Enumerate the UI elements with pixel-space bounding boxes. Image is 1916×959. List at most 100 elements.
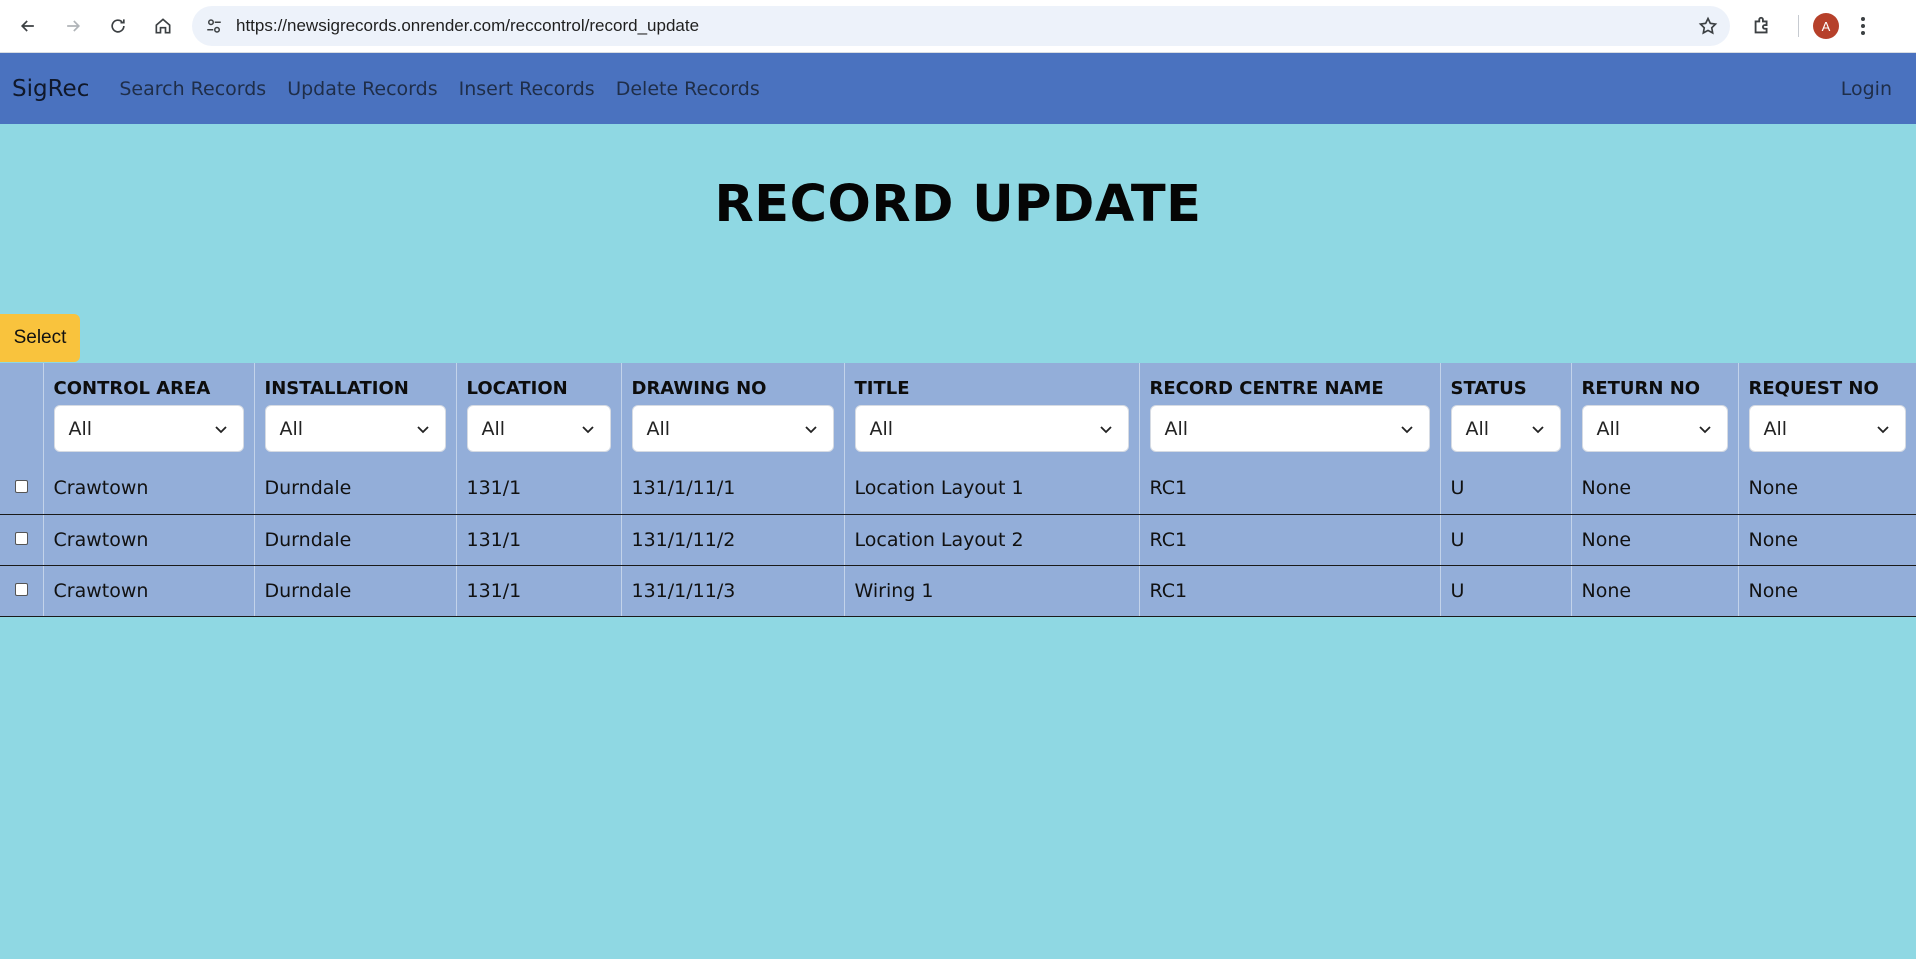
column-installation: INSTALLATION All <box>253 363 456 463</box>
table-cell: Location Layout 2 <box>843 514 1139 566</box>
back-arrow-icon[interactable] <box>10 8 46 44</box>
app-navbar: SigRec Search Records Update Records Ins… <box>0 53 1916 124</box>
filter-value: All <box>646 417 671 440</box>
column-header: INSTALLATION <box>264 378 409 399</box>
table-cell: RC1 <box>1138 514 1440 566</box>
chevron-down-icon <box>581 425 594 433</box>
table-cell: Crawtown <box>42 514 254 566</box>
chevron-down-icon <box>1877 425 1889 433</box>
table-cell: Durndale <box>253 565 456 617</box>
column-header: RECORD CENTRE NAME <box>1149 378 1384 399</box>
column-header: REQUEST NO <box>1748 378 1879 399</box>
table-cell: None <box>1737 514 1916 566</box>
nav-link-delete-records[interactable]: Delete Records <box>616 78 760 100</box>
table-cell: 131/1/11/3 <box>620 565 844 617</box>
table-cell: RC1 <box>1138 463 1440 515</box>
url-text[interactable]: https://newsigrecords.onrender.com/recco… <box>236 16 1696 36</box>
filter-value: All <box>1596 417 1621 440</box>
table-row: Crawtown Durndale 131/1 131/1/11/1 Locat… <box>0 463 1916 515</box>
bookmark-star-icon[interactable] <box>1696 14 1720 38</box>
column-header: CONTROL AREA <box>53 378 211 399</box>
installation-filter-select[interactable]: All <box>264 405 446 452</box>
header-checkbox-cell <box>0 363 43 463</box>
table-cell: Durndale <box>253 463 456 515</box>
login-link[interactable]: Login <box>1841 78 1892 100</box>
column-record-centre-name: RECORD CENTRE NAME All <box>1138 363 1440 463</box>
table-cell: 131/1/11/1 <box>620 463 844 515</box>
column-drawing-no: DRAWING NO All <box>620 363 844 463</box>
chevron-down-icon <box>1698 425 1711 433</box>
row-checkbox[interactable] <box>14 480 28 494</box>
filter-value: All <box>1164 417 1189 440</box>
row-checkbox-cell <box>0 514 43 566</box>
column-title: TITLE All <box>843 363 1139 463</box>
chevron-down-icon <box>416 425 429 433</box>
table-cell: Crawtown <box>42 463 254 515</box>
table-cell: 131/1/11/2 <box>620 514 844 566</box>
status-filter-select[interactable]: All <box>1450 405 1561 452</box>
location-filter-select[interactable]: All <box>466 405 611 452</box>
row-checkbox-cell <box>0 565 43 617</box>
select-button[interactable]: Select <box>0 314 80 362</box>
browser-menu-icon[interactable] <box>1853 12 1873 40</box>
address-bar[interactable]: https://newsigrecords.onrender.com/recco… <box>192 6 1730 46</box>
column-header: DRAWING NO <box>631 378 767 399</box>
table-cell: 131/1 <box>455 565 621 617</box>
column-status: STATUS All <box>1439 363 1571 463</box>
chevron-down-icon <box>804 425 817 433</box>
request-no-filter-select[interactable]: All <box>1748 405 1906 452</box>
column-header: RETURN NO <box>1581 378 1701 399</box>
table-row: Crawtown Durndale 131/1 131/1/11/3 Wirin… <box>0 565 1916 617</box>
table-cell: None <box>1737 463 1916 515</box>
table-cell: None <box>1570 463 1738 515</box>
site-info-icon[interactable] <box>200 12 228 40</box>
row-checkbox[interactable] <box>14 582 28 596</box>
chevron-down-icon <box>1531 425 1544 433</box>
brand-logo[interactable]: SigRec <box>12 76 89 102</box>
column-header: STATUS <box>1450 378 1527 399</box>
filter-value: All <box>869 417 894 440</box>
table-cell: None <box>1570 565 1738 617</box>
table-cell: U <box>1439 565 1571 617</box>
nav-link-search-records[interactable]: Search Records <box>119 78 266 100</box>
forward-arrow-icon[interactable] <box>55 8 91 44</box>
toolbar-divider <box>1798 15 1799 37</box>
drawing-no-filter-select[interactable]: All <box>631 405 834 452</box>
column-header: TITLE <box>854 378 910 399</box>
browser-toolbar: https://newsigrecords.onrender.com/recco… <box>0 0 1916 53</box>
filter-value: All <box>1465 417 1490 440</box>
filter-value: All <box>481 417 506 440</box>
row-checkbox[interactable] <box>14 531 28 545</box>
table-cell: RC1 <box>1138 565 1440 617</box>
column-header: LOCATION <box>466 378 568 399</box>
records-table: CONTROL AREA All INSTALLATION All LOCATI… <box>0 363 1916 617</box>
return-no-filter-select[interactable]: All <box>1581 405 1728 452</box>
page-title: RECORD UPDATE <box>714 175 1202 234</box>
table-cell: Crawtown <box>42 565 254 617</box>
table-cell: None <box>1570 514 1738 566</box>
table-cell: None <box>1737 565 1916 617</box>
table-header-row: CONTROL AREA All INSTALLATION All LOCATI… <box>0 363 1916 463</box>
home-icon[interactable] <box>145 8 181 44</box>
extensions-puzzle-icon[interactable] <box>1744 8 1780 44</box>
chevron-down-icon <box>214 425 227 433</box>
table-cell: Durndale <box>253 514 456 566</box>
reload-icon[interactable] <box>100 8 136 44</box>
table-row: Crawtown Durndale 131/1 131/1/11/2 Locat… <box>0 514 1916 566</box>
table-cell: U <box>1439 514 1571 566</box>
nav-link-insert-records[interactable]: Insert Records <box>459 78 595 100</box>
table-cell: Location Layout 1 <box>843 463 1139 515</box>
nav-link-update-records[interactable]: Update Records <box>287 78 437 100</box>
record-centre-name-filter-select[interactable]: All <box>1149 405 1430 452</box>
row-checkbox-cell <box>0 463 43 515</box>
control-area-filter-select[interactable]: All <box>53 405 244 452</box>
profile-avatar[interactable]: A <box>1813 13 1839 39</box>
chevron-down-icon <box>1400 425 1413 433</box>
title-filter-select[interactable]: All <box>854 405 1129 452</box>
table-cell: 131/1 <box>455 514 621 566</box>
column-location: LOCATION All <box>455 363 621 463</box>
table-cell: U <box>1439 463 1571 515</box>
table-cell: 131/1 <box>455 463 621 515</box>
column-return-no: RETURN NO All <box>1570 363 1738 463</box>
filter-value: All <box>279 417 304 440</box>
